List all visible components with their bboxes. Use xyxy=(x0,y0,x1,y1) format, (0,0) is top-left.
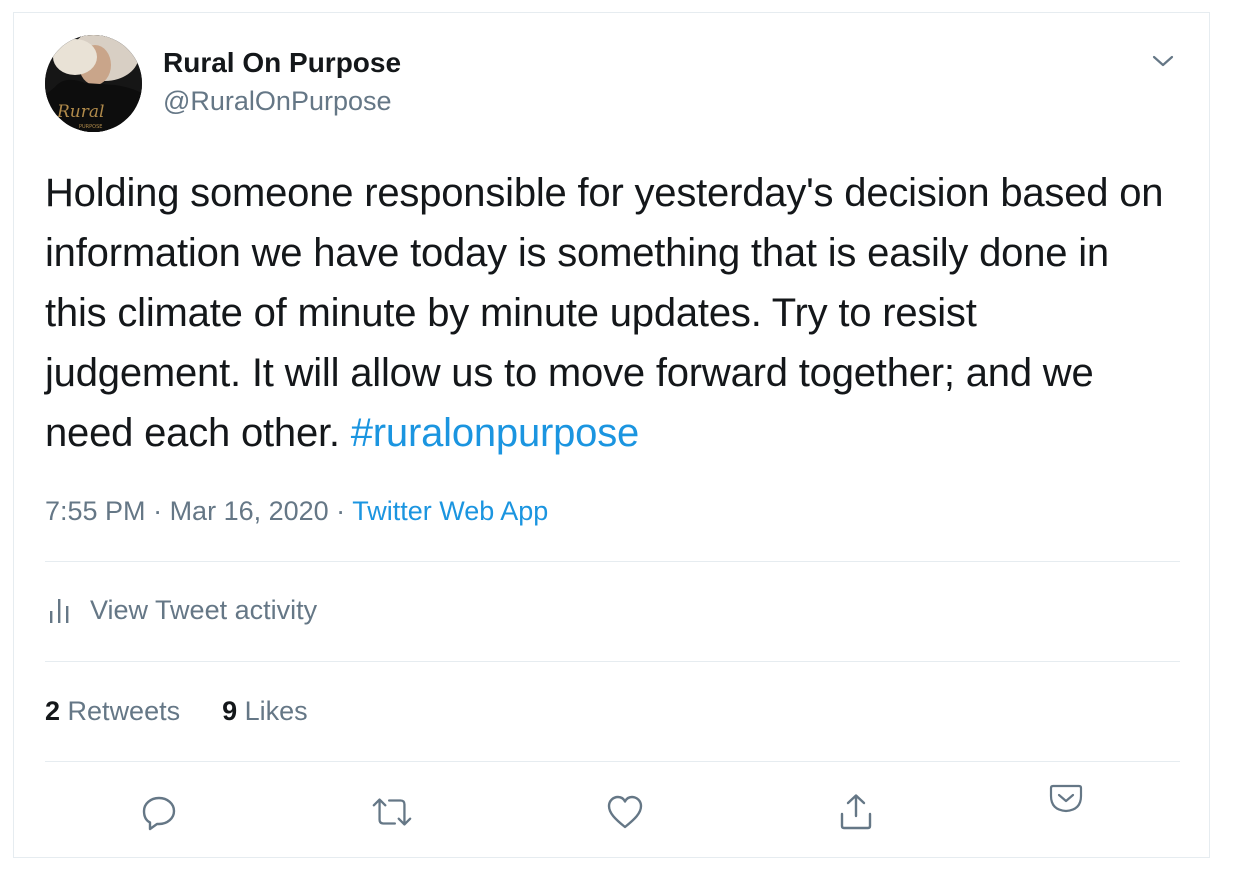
divider xyxy=(45,661,1180,662)
divider xyxy=(45,561,1180,562)
reply-button[interactable] xyxy=(137,790,181,834)
view-tweet-activity-link[interactable]: View Tweet activity xyxy=(48,592,317,628)
tweet-time[interactable]: 7:55 PM xyxy=(45,496,146,526)
likes-stat[interactable]: 9 Likes xyxy=(222,693,308,729)
retweets-count: 2 xyxy=(45,696,61,726)
author-handle[interactable]: @RuralOnPurpose xyxy=(163,84,392,118)
divider xyxy=(45,761,1180,762)
hashtag-link[interactable]: #ruralonpurpose xyxy=(351,411,640,455)
tweet-text: Holding someone responsible for yesterda… xyxy=(45,163,1175,463)
like-button[interactable] xyxy=(603,790,647,834)
author-display-name[interactable]: Rural On Purpose xyxy=(163,46,401,80)
pocket-icon xyxy=(1049,784,1083,813)
share-button[interactable] xyxy=(834,790,878,834)
pocket-button[interactable] xyxy=(1044,776,1088,820)
avatar-logo-text: Rural xyxy=(56,102,104,122)
tweet-date[interactable]: Mar 16, 2020 xyxy=(170,496,329,526)
retweet-button[interactable] xyxy=(370,790,414,834)
likes-label: Likes xyxy=(244,696,308,726)
activity-label: View Tweet activity xyxy=(90,595,318,625)
tweet-source-link[interactable]: Twitter Web App xyxy=(352,496,548,526)
share-icon xyxy=(840,794,872,830)
avatar-logo-subtext: PURPOSE xyxy=(79,124,102,130)
retweet-icon xyxy=(372,798,412,826)
tweet-meta: 7:55 PM · Mar 16, 2020 · Twitter Web App xyxy=(45,493,548,529)
retweets-label: Retweets xyxy=(67,696,181,726)
likes-count: 9 xyxy=(222,696,238,726)
tweet-stats: 2 Retweets 9 Likes xyxy=(45,693,308,729)
chevron-down-icon[interactable] xyxy=(1150,48,1176,74)
retweets-stat[interactable]: 2 Retweets xyxy=(45,693,180,729)
heart-icon xyxy=(607,795,643,829)
avatar[interactable]: Rural PURPOSE xyxy=(45,35,142,132)
bar-chart-icon xyxy=(50,599,69,623)
reply-icon xyxy=(142,796,176,831)
meta-separator: · xyxy=(145,496,170,526)
meta-separator: · xyxy=(328,496,353,526)
